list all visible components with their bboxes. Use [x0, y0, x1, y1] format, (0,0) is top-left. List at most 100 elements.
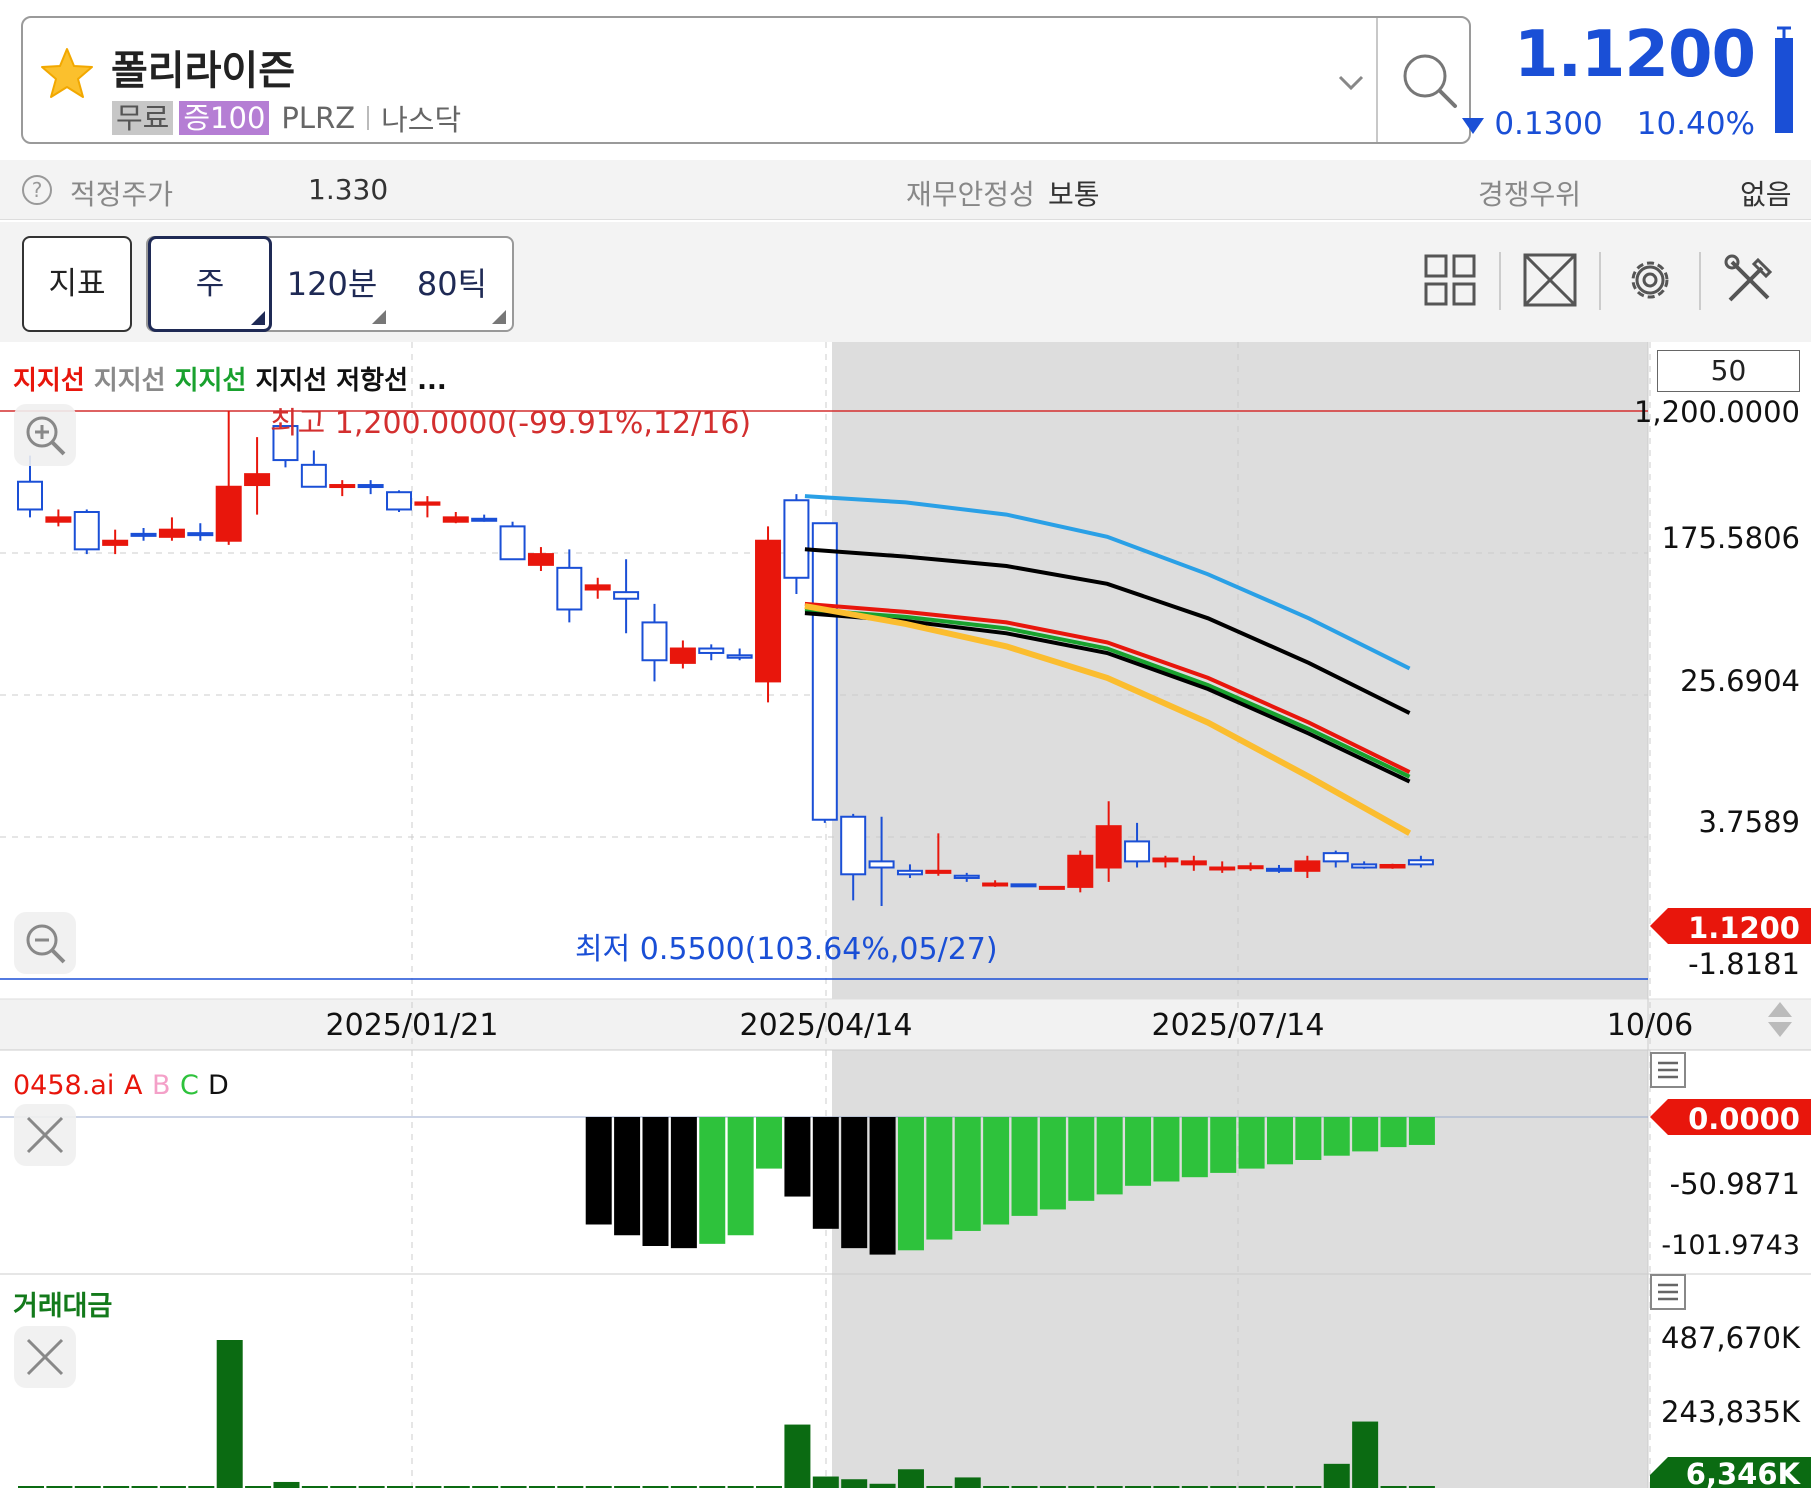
candle-body: [641, 621, 668, 662]
legend-item[interactable]: 지지선: [13, 366, 94, 396]
candle-body: [925, 869, 952, 874]
volume-bar: [1323, 1463, 1350, 1488]
change-amount: 0.1300: [1494, 106, 1603, 142]
oscillator-bar: [897, 1117, 924, 1251]
candle-body: [215, 485, 242, 542]
oscillator-bar: [784, 1117, 811, 1197]
period-120min-button[interactable]: 120분: [272, 238, 392, 330]
y-axis-label: 1,200.0000: [1634, 395, 1800, 429]
menu-icon[interactable]: [1650, 1274, 1686, 1310]
oscillator-bar: [727, 1117, 754, 1236]
period-selector: 주 120분 80틱: [146, 236, 514, 332]
oscillator-bar: [642, 1117, 669, 1246]
oscillator-bar: [1238, 1117, 1265, 1169]
chevron-down-icon[interactable]: [1335, 68, 1367, 96]
competitive-value: 없음: [1740, 178, 1792, 211]
candle-body: [896, 869, 923, 876]
candle-body: [102, 539, 129, 546]
y-axis-label: -1.8181: [1688, 947, 1800, 981]
fair-price-label: 적정주가: [70, 178, 174, 211]
highlight-region: [832, 1050, 1648, 1488]
x-axis-label: 2025/01/21: [326, 1008, 499, 1043]
indicator-series-label: A: [124, 1070, 143, 1101]
oscillator-bar: [1408, 1117, 1435, 1145]
candle-body: [1351, 863, 1378, 869]
divider: [1699, 252, 1701, 310]
volume-bar: [1352, 1421, 1379, 1488]
oscillator-bar: [1266, 1117, 1293, 1165]
search-icon[interactable]: [1395, 46, 1465, 116]
stock-search-box[interactable]: 폴리라이즌 무료 증100 PLRZ 나스닥: [21, 16, 1471, 144]
candle-body: [244, 473, 271, 487]
oscillator-bar: [585, 1117, 612, 1225]
y-axis-label: 175.5806: [1662, 521, 1800, 555]
candle-body: [45, 516, 72, 523]
candle-body: [840, 815, 867, 876]
remove-indicator-button[interactable]: [14, 1104, 76, 1166]
candle-body: [527, 553, 554, 566]
period-80tick-button[interactable]: 80틱: [392, 238, 512, 330]
expand-icon[interactable]: [1522, 252, 1578, 308]
candle-body: [130, 532, 157, 537]
layout-grid-icon[interactable]: [1422, 252, 1478, 308]
candle-body: [357, 484, 384, 489]
divider: [1599, 252, 1601, 310]
oscillator-bar: [812, 1117, 839, 1229]
candle-body: [499, 525, 526, 561]
volume-panel-name: 거래대금: [13, 1291, 112, 1322]
oscillator-bar: [1096, 1117, 1123, 1195]
legend-item[interactable]: 지지선: [255, 366, 336, 396]
candle-body: [982, 882, 1009, 887]
oscillator-bar: [756, 1117, 783, 1169]
oscillator-bar: [1181, 1117, 1208, 1178]
remove-volume-button[interactable]: [14, 1326, 76, 1388]
oscillator-bar: [1352, 1117, 1379, 1152]
gear-icon[interactable]: [1622, 252, 1678, 308]
tools-icon[interactable]: [1722, 252, 1778, 308]
zoom-in-button[interactable]: [14, 404, 76, 466]
ma-period-box[interactable]: 50: [1657, 350, 1800, 392]
oscillator-bar: [1380, 1117, 1407, 1148]
zoom-out-button[interactable]: [14, 912, 76, 974]
indicator-series-label: B: [152, 1070, 171, 1101]
legend-item[interactable]: ...: [417, 366, 447, 396]
y-axis-label: 487,670K: [1661, 1321, 1801, 1355]
y-axis-label: 25.6904: [1680, 664, 1800, 698]
period-120min-label: 120분: [286, 265, 378, 303]
y-axis-label: 243,835K: [1661, 1395, 1801, 1429]
legend-item[interactable]: 저항선: [336, 366, 417, 396]
volume-bar: [784, 1424, 811, 1488]
legend-item[interactable]: 지지선: [94, 366, 175, 396]
highlight-region: [832, 342, 1648, 999]
legend-item[interactable]: 지지선: [175, 366, 256, 396]
stability-label: 재무안정성: [906, 178, 1035, 211]
fair-price-value: 1.330: [308, 173, 389, 206]
down-arrow-icon: [1462, 118, 1485, 134]
oscillator-bar: [1295, 1117, 1322, 1160]
period-week-button[interactable]: 주: [148, 236, 272, 332]
y-axis-label: -101.9743: [1661, 1230, 1800, 1261]
candle-body: [442, 516, 469, 523]
current-price: 1.1200: [1514, 18, 1756, 92]
oscillator-bar: [1068, 1117, 1095, 1201]
help-icon[interactable]: ?: [22, 175, 52, 205]
chart-toolbar: 지표 주 120분 80틱: [0, 222, 1811, 342]
indicator-series-label: D: [208, 1070, 229, 1101]
menu-icon[interactable]: [1650, 1052, 1686, 1088]
oscillator-bar: [841, 1117, 868, 1249]
period-80tick-label: 80틱: [416, 265, 488, 303]
divider: [367, 106, 370, 130]
candle-body: [556, 566, 583, 611]
current-price-label: 1.1200: [1688, 911, 1800, 945]
stock-tags: 무료 증100 PLRZ 나스닥: [112, 100, 461, 137]
star-icon[interactable]: [37, 44, 97, 104]
dropdown-corner-icon: [492, 310, 506, 324]
candle-body: [698, 647, 725, 654]
margin-badge: 증100: [179, 101, 270, 135]
indicator-button[interactable]: 지표: [22, 236, 132, 332]
volume-bar: [273, 1481, 300, 1488]
chart-legend: 지지선 지지선 지지선 지지선 저항선 ...: [13, 360, 447, 397]
x-axis-label: 2025/04/14: [740, 1008, 913, 1043]
price-chart[interactable]: 최고 1,200.0000(-99.91%,12/16) 최저 0.5500(10…: [0, 342, 1811, 1488]
volume-bar: [869, 1483, 896, 1488]
